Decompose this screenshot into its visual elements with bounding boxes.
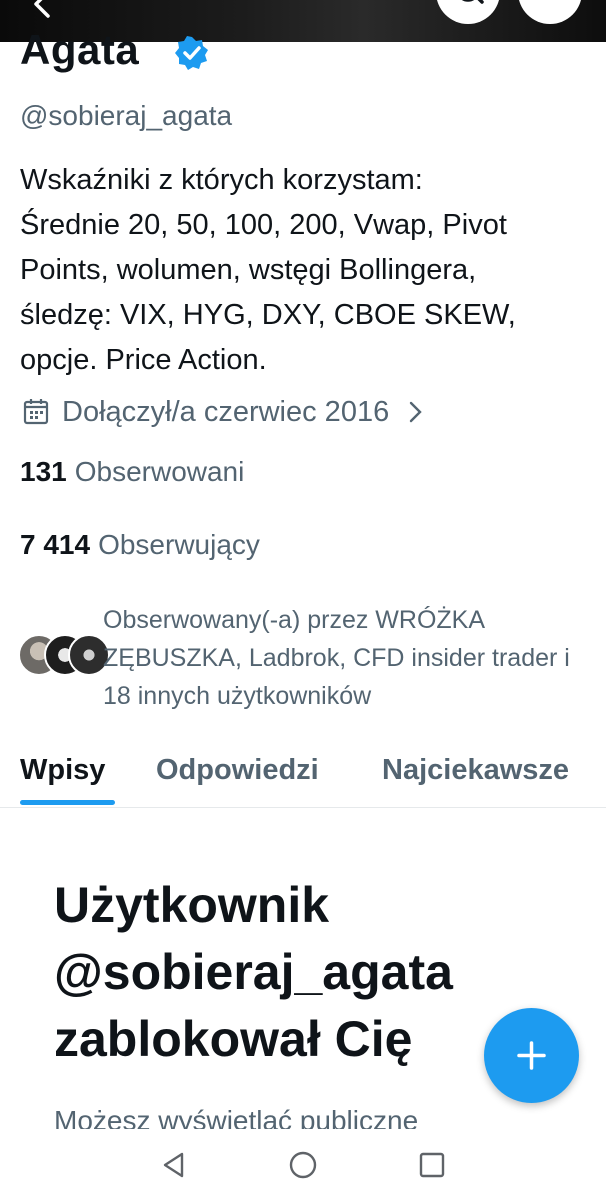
- system-navigation-bar: [0, 1129, 606, 1199]
- joined-date-row[interactable]: Dołączył/a czerwiec 2016: [20, 392, 427, 432]
- more-vertical-icon: [534, 0, 566, 4]
- following-label: Obserwowani: [74, 456, 245, 487]
- search-icon: [461, 0, 484, 4]
- blocked-message-subtitle: Możesz wyświetlać publiczne: [54, 1105, 419, 1129]
- square-recents-icon[interactable]: [416, 1149, 448, 1181]
- profile-handle: @sobieraj_agata: [20, 100, 233, 131]
- active-tab-indicator: [20, 800, 115, 805]
- triangle-back-icon[interactable]: [158, 1149, 190, 1181]
- search-button[interactable]: [436, 0, 500, 24]
- tab-replies[interactable]: Odpowiedzi: [156, 754, 319, 787]
- followers-label: Obserwujący: [98, 529, 260, 560]
- following-link[interactable]: 131 Obserwowani: [20, 456, 244, 488]
- tab-posts[interactable]: Wpisy: [20, 754, 105, 787]
- tab-highlights[interactable]: Najciekawsze: [382, 754, 569, 787]
- joined-date: Dołączył/a czerwiec 2016: [62, 395, 390, 428]
- chevron-right-icon: [410, 401, 422, 423]
- arrow-left-icon[interactable]: [28, 0, 60, 18]
- circle-home-icon[interactable]: [287, 1149, 319, 1181]
- compose-button[interactable]: [484, 1008, 579, 1103]
- followed-by-text[interactable]: Obserwowany(-a) przez WRÓŻKA ZĘBUSZKA, L…: [103, 601, 573, 715]
- following-count: 131: [20, 456, 67, 487]
- profile-tabs: Wpisy Odpowiedzi Najciekawsze: [0, 740, 606, 808]
- plus-icon: [517, 1041, 546, 1070]
- profile-bio: Wskaźniki z których korzystam: Średnie 2…: [20, 164, 516, 376]
- mutual-followers-avatars[interactable]: [18, 634, 110, 678]
- profile-name: Agata: [20, 26, 140, 73]
- blocked-message-title: Użytkownik @sobieraj_agata zablokował Ci…: [54, 877, 453, 1067]
- calendar-icon: [23, 399, 49, 425]
- followers-link[interactable]: 7 414 Obserwujący: [20, 529, 260, 561]
- more-button[interactable]: [518, 0, 582, 24]
- verified-badge-icon[interactable]: [175, 36, 209, 70]
- followers-count: 7 414: [20, 529, 91, 560]
